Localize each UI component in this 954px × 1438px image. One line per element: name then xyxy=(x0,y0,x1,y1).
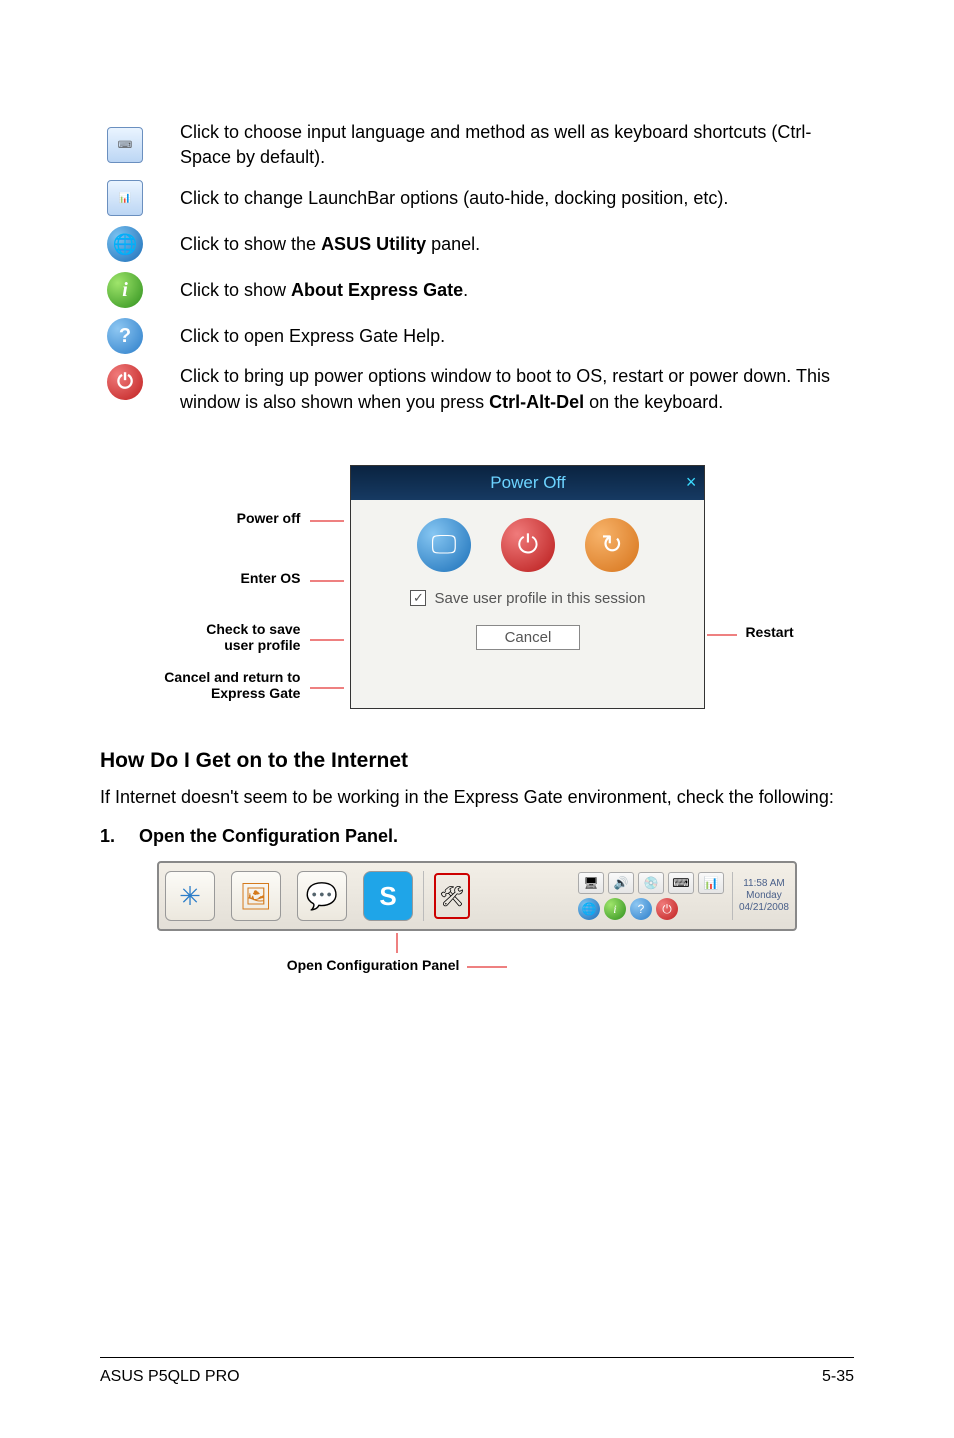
poweroff-figure: Power off Enter OS Check to saveuser pro… xyxy=(100,465,854,709)
save-profile-row[interactable]: ✓ Save user profile in this session xyxy=(410,590,645,607)
power-icon: ⏻ xyxy=(100,364,150,400)
icon-row-input-language: ⌨ Click to choose input language and met… xyxy=(100,120,854,170)
label-restart: Restart xyxy=(739,467,793,707)
input-language-icon: ⌨ xyxy=(100,127,150,163)
label-checksave: Check to saveuser profile xyxy=(160,595,304,659)
dialog-button-row: 🖵 ⏻ ↻ xyxy=(417,518,639,572)
launchbar-options-text: Click to change LaunchBar options (auto-… xyxy=(150,186,854,211)
save-profile-checkbox[interactable]: ✓ xyxy=(410,590,426,606)
close-icon[interactable]: × xyxy=(686,472,697,493)
launchbar-icon-descriptions: ⌨ Click to choose input language and met… xyxy=(100,120,854,425)
icon-row-help: ? Click to open Express Gate Help. xyxy=(100,318,854,354)
clock-day: Monday xyxy=(739,890,789,902)
launchbar-mini-grid: 🖥 🔊 💿 ⌨ 📊 🌐 i ? ⏻ xyxy=(578,872,724,920)
label-cancel: Cancel and return toExpress Gate xyxy=(160,661,304,707)
mini-network-icon[interactable]: 🖥 xyxy=(578,872,604,894)
globe-icon: 🌐 xyxy=(100,226,150,262)
icon-row-asus-utility: 🌐 Click to show the ASUS Utility panel. xyxy=(100,226,854,262)
section-paragraph: If Internet doesn't seem to be working i… xyxy=(100,785,854,810)
label-poweroff: Power off xyxy=(160,467,304,533)
clock-time: 11:58 AM xyxy=(739,878,789,890)
footer-right: 5-35 xyxy=(822,1368,854,1386)
section-heading-internet: How Do I Get on to the Internet xyxy=(100,749,854,773)
step-1: 1.Open the Configuration Panel. xyxy=(100,826,854,847)
icon-row-power: ⏻ Click to bring up power options window… xyxy=(100,364,854,414)
mini-info-icon[interactable]: i xyxy=(604,898,626,920)
power-text: Click to bring up power options window t… xyxy=(150,364,854,414)
launchbar-figure: ✳ 🖼 💬 S 🛠 🖥 🔊 💿 ⌨ 📊 🌐 i ? ⏻ xyxy=(100,861,854,931)
cancel-button[interactable]: Cancel xyxy=(476,625,581,650)
asus-utility-text: Click to show the ASUS Utility panel. xyxy=(150,232,854,257)
mini-disk-icon[interactable]: 💿 xyxy=(638,872,664,894)
config-callout xyxy=(20,937,774,957)
input-language-text: Click to choose input language and metho… xyxy=(150,120,854,170)
dialog-titlebar: Power Off × xyxy=(351,466,704,500)
poweroff-dialog: Power Off × 🖵 ⏻ ↻ ✓ Save user profile in… xyxy=(350,465,705,709)
restart-button[interactable]: ↻ xyxy=(585,518,639,572)
launchbar-chat-icon[interactable]: 💬 xyxy=(297,871,347,921)
label-enteros: Enter OS xyxy=(160,535,304,593)
configuration-panel-button[interactable]: 🛠 xyxy=(434,873,470,919)
mini-power-icon[interactable]: ⏻ xyxy=(656,898,678,920)
launchbar-options-icon: 📊 xyxy=(100,180,150,216)
config-callout-label: Open Configuration Panel xyxy=(287,957,508,973)
mini-display-icon[interactable]: 📊 xyxy=(698,872,724,894)
mini-help-icon[interactable]: ? xyxy=(630,898,652,920)
footer-left: ASUS P5QLD PRO xyxy=(100,1368,240,1386)
icon-row-about: i Click to show About Express Gate. xyxy=(100,272,854,308)
mini-keyboard-icon[interactable]: ⌨ xyxy=(668,872,694,894)
power-off-button[interactable]: ⏻ xyxy=(501,518,555,572)
divider xyxy=(423,871,424,921)
icon-row-launchbar-options: 📊 Click to change LaunchBar options (aut… xyxy=(100,180,854,216)
launchbar-skype-icon[interactable]: S xyxy=(363,871,413,921)
about-text: Click to show About Express Gate. xyxy=(150,278,854,303)
info-icon: i xyxy=(100,272,150,308)
dialog-title-text: Power Off xyxy=(490,473,565,493)
save-profile-label: Save user profile in this session xyxy=(434,590,645,607)
launchbar: ✳ 🖼 💬 S 🛠 🖥 🔊 💿 ⌨ 📊 🌐 i ? ⏻ xyxy=(157,861,797,931)
help-icon: ? xyxy=(100,318,150,354)
launchbar-web-icon[interactable]: ✳ xyxy=(165,871,215,921)
clock-date: 04/21/2008 xyxy=(739,902,789,914)
page-footer: ASUS P5QLD PRO 5-35 xyxy=(100,1357,854,1386)
mini-globe-icon[interactable]: 🌐 xyxy=(578,898,600,920)
help-text: Click to open Express Gate Help. xyxy=(150,324,854,349)
poweroff-labels-left: Power off Enter OS Check to saveuser pro… xyxy=(158,465,350,709)
launchbar-clock: 11:58 AM Monday 04/21/2008 xyxy=(732,872,789,920)
poweroff-labels-right: Restart xyxy=(705,465,795,709)
enter-os-button[interactable]: 🖵 xyxy=(417,518,471,572)
mini-volume-icon[interactable]: 🔊 xyxy=(608,872,634,894)
launchbar-photo-icon[interactable]: 🖼 xyxy=(231,871,281,921)
